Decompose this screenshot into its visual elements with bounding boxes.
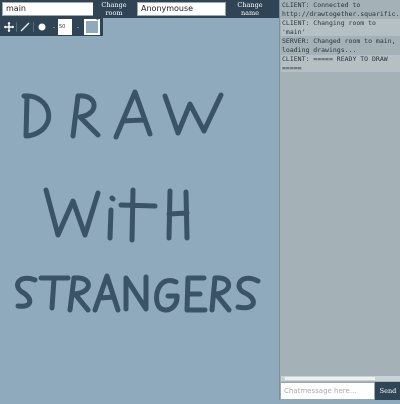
brush-icon — [38, 23, 46, 31]
change-room-button[interactable]: Change room — [93, 0, 135, 18]
drawing-canvas[interactable] — [0, 36, 279, 400]
room-input[interactable] — [2, 2, 94, 16]
brush-tool-button[interactable] — [35, 18, 49, 36]
chat-message: CLIENT: Changing room to 'main' — [281, 19, 400, 36]
drawn-word-with — [43, 187, 190, 243]
name-input[interactable] — [137, 2, 226, 16]
size-decrease-icon[interactable]: - — [50, 18, 58, 36]
move-icon — [4, 22, 14, 32]
drawn-word-strangers — [15, 273, 261, 313]
toolbar-divider — [16, 22, 17, 32]
canvas-drawing — [15, 89, 261, 313]
swatch-marker: * — [96, 17, 99, 24]
toolbar-divider — [33, 22, 34, 32]
chat-scrollbar[interactable] — [281, 376, 400, 381]
pen-icon — [20, 22, 30, 32]
size-increase-icon[interactable]: - — [74, 18, 82, 36]
chat-message: SERVER: Changed room to main, loading dr… — [282, 37, 396, 54]
color-picker[interactable]: * — [84, 17, 100, 35]
pen-tool-button[interactable] — [18, 18, 32, 36]
send-button[interactable]: Send — [375, 382, 400, 400]
tool-bar: - - * — [0, 17, 103, 36]
drawn-word-draw — [21, 89, 224, 140]
chat-message: CLIENT: Connected to http://drawtogether… — [282, 1, 400, 18]
change-name-button[interactable]: Change name — [229, 0, 271, 18]
chat-message: CLIENT: ===== READY TO DRAW ===== — [281, 55, 400, 72]
brush-size-input[interactable] — [58, 19, 72, 35]
chat-panel: CLIENT: Connected to http://drawtogether… — [279, 0, 400, 400]
top-bar: Change room Change name — [0, 0, 280, 18]
chat-message-input[interactable] — [280, 382, 375, 400]
move-tool-button[interactable] — [2, 18, 16, 36]
scrollbar-thumb[interactable] — [285, 377, 375, 380]
